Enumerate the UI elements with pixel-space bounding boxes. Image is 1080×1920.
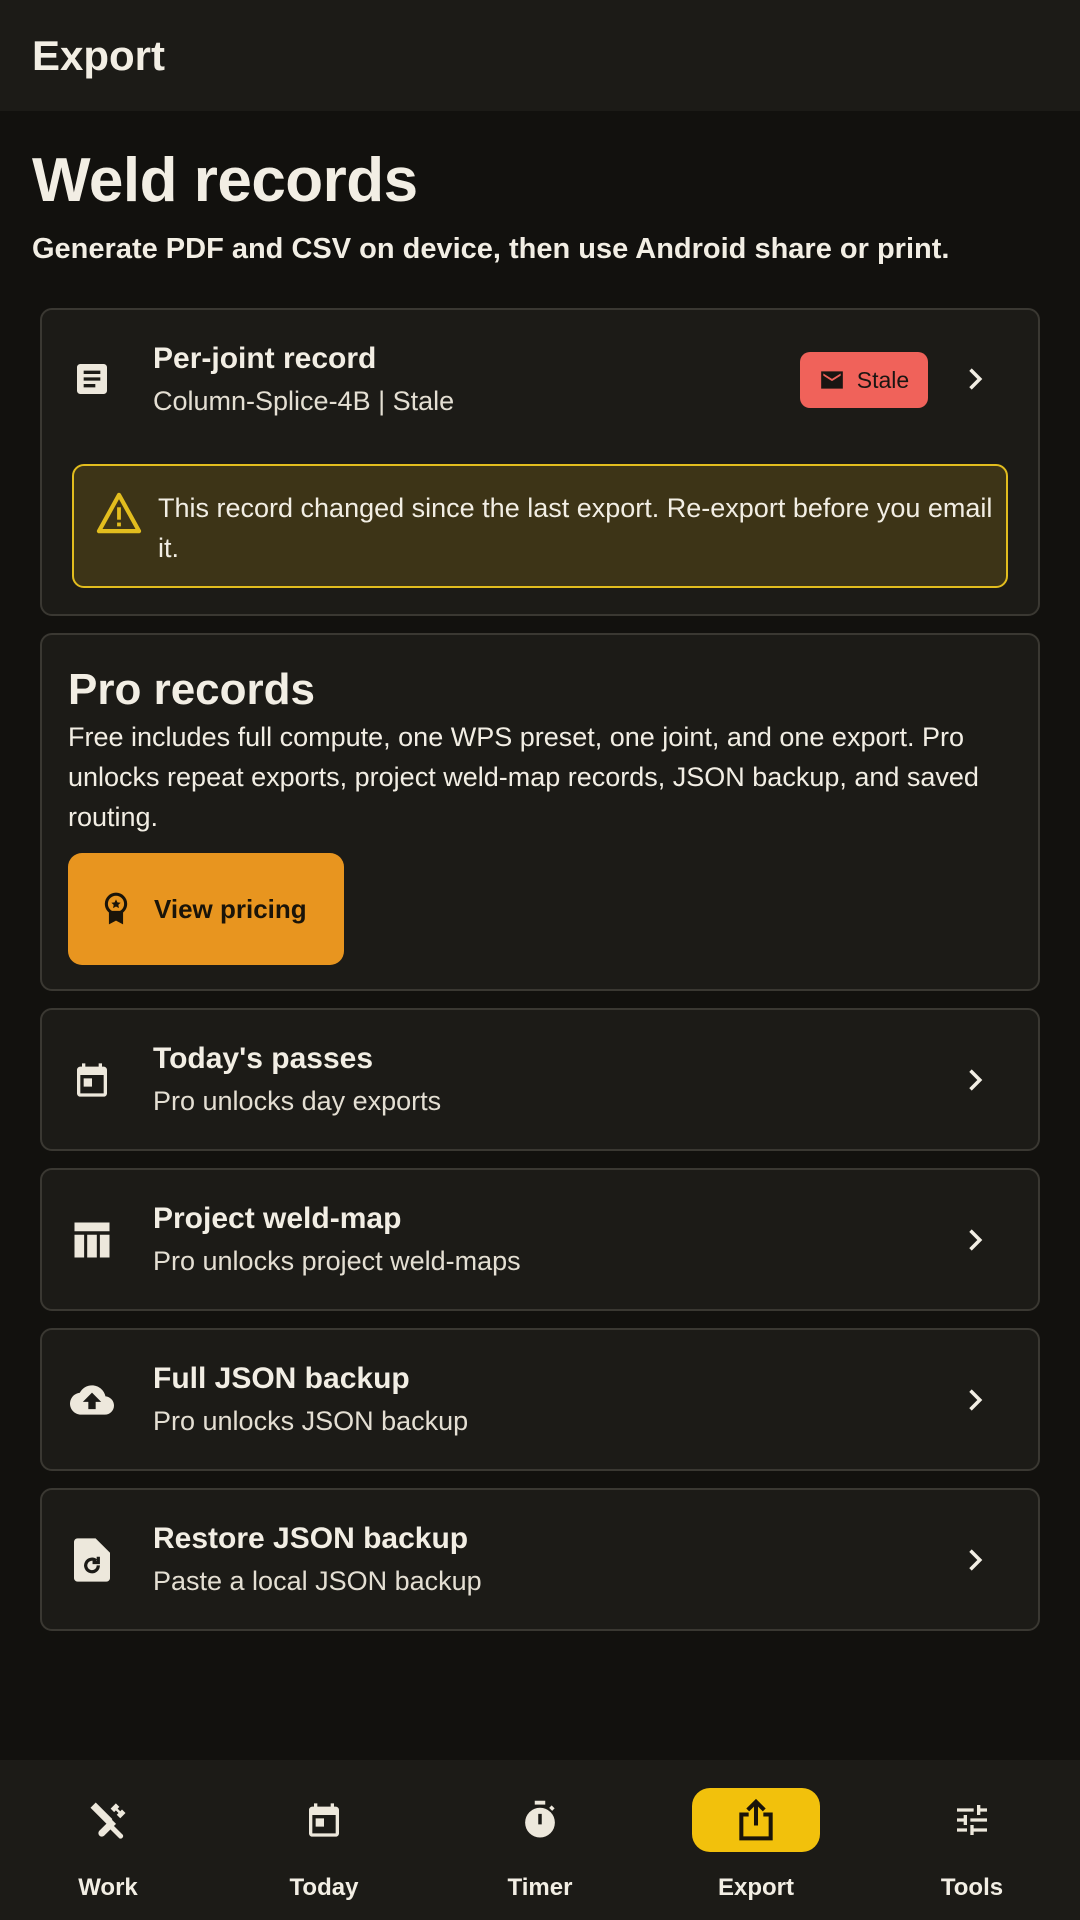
- todays-passes-card[interactable]: Today's passes Pro unlocks day exports: [40, 1008, 1040, 1151]
- restore-json-backup-title: Restore JSON backup: [153, 1522, 469, 1555]
- stale-warning-text: This record changed since the last expor…: [158, 493, 993, 563]
- todays-passes-title: Today's passes: [153, 1042, 374, 1075]
- nav-item-timer[interactable]: Timer: [440, 1760, 656, 1920]
- calendar-icon: [70, 1058, 114, 1102]
- table-icon: [70, 1218, 114, 1262]
- nav-pill: [260, 1788, 388, 1852]
- chevron-right-icon: [960, 1226, 988, 1254]
- timer-icon: [525, 1800, 555, 1838]
- page-subtitle: Generate PDF and CSV on device, then use…: [32, 233, 950, 265]
- chevron-right-icon: [960, 1066, 988, 1094]
- calendar-today-icon: [309, 1803, 339, 1837]
- project-weld-map-subtitle: Pro unlocks project weld-maps: [153, 1246, 521, 1276]
- nav-pill: [908, 1788, 1036, 1852]
- restore-json-backup-card[interactable]: Restore JSON backup Paste a local JSON b…: [40, 1488, 1040, 1631]
- pro-records-title: Pro records: [68, 665, 315, 714]
- stale-warning-banner: This record changed since the last expor…: [72, 464, 1008, 588]
- bottom-navigation: Work Today Timer Export Tools: [0, 1760, 1080, 1920]
- document-icon: [70, 357, 114, 401]
- sliders-icon: [957, 1805, 987, 1835]
- view-pricing-button[interactable]: View pricing: [68, 853, 344, 965]
- nav-pill-active: [692, 1788, 820, 1852]
- stale-badge-label: Stale: [856, 366, 910, 393]
- chevron-right-icon: [960, 1386, 988, 1414]
- per-joint-record-row[interactable]: Per-joint record Column-Splice-4B | Stal…: [42, 310, 1038, 448]
- per-joint-record-title: Per-joint record: [153, 342, 377, 375]
- full-json-backup-card[interactable]: Full JSON backup Pro unlocks JSON backup: [40, 1328, 1040, 1471]
- nav-item-today[interactable]: Today: [224, 1760, 440, 1920]
- todays-passes-subtitle: Pro unlocks day exports: [153, 1086, 442, 1116]
- project-weld-map-title: Project weld-map: [153, 1202, 402, 1235]
- top-app-bar: Export: [0, 0, 1080, 111]
- view-pricing-label: View pricing: [154, 893, 307, 924]
- warning-icon: [96, 492, 142, 539]
- share-icon: [739, 1798, 773, 1841]
- award-icon: [104, 892, 128, 925]
- stale-badge: Stale: [800, 352, 928, 408]
- pro-records-card: Pro records Free includes full compute, …: [40, 633, 1040, 991]
- per-joint-record-subtitle: Column-Splice-4B | Stale: [153, 386, 455, 416]
- chevron-right-icon: [960, 365, 988, 393]
- nav-label-tools: Tools: [940, 1874, 1004, 1901]
- tools-icon: [90, 1802, 126, 1839]
- full-json-backup-title: Full JSON backup: [153, 1362, 410, 1395]
- file-restore-icon: [70, 1537, 114, 1582]
- chevron-right-icon: [960, 1546, 988, 1574]
- nav-label-timer: Timer: [507, 1874, 573, 1901]
- per-joint-record-card: Per-joint record Column-Splice-4B | Stal…: [40, 308, 1040, 616]
- mail-alert-icon: [820, 371, 843, 389]
- nav-item-work[interactable]: Work: [8, 1760, 224, 1920]
- cloud-upload-icon: [70, 1378, 114, 1422]
- nav-item-tools[interactable]: Tools: [872, 1760, 1080, 1920]
- pro-records-description: Free includes full compute, one WPS pres…: [68, 722, 979, 832]
- nav-label-export: Export: [717, 1874, 794, 1901]
- app-bar-title: Export: [32, 31, 166, 79]
- nav-label-work: Work: [78, 1874, 138, 1901]
- nav-pill: [44, 1788, 172, 1852]
- project-weld-map-card[interactable]: Project weld-map Pro unlocks project wel…: [40, 1168, 1040, 1311]
- nav-pill: [476, 1788, 604, 1852]
- nav-item-export[interactable]: Export: [656, 1760, 872, 1920]
- page-title: Weld records: [32, 146, 418, 215]
- nav-label-today: Today: [289, 1874, 359, 1901]
- restore-json-backup-subtitle: Paste a local JSON backup: [153, 1566, 482, 1596]
- full-json-backup-subtitle: Pro unlocks JSON backup: [153, 1406, 469, 1436]
